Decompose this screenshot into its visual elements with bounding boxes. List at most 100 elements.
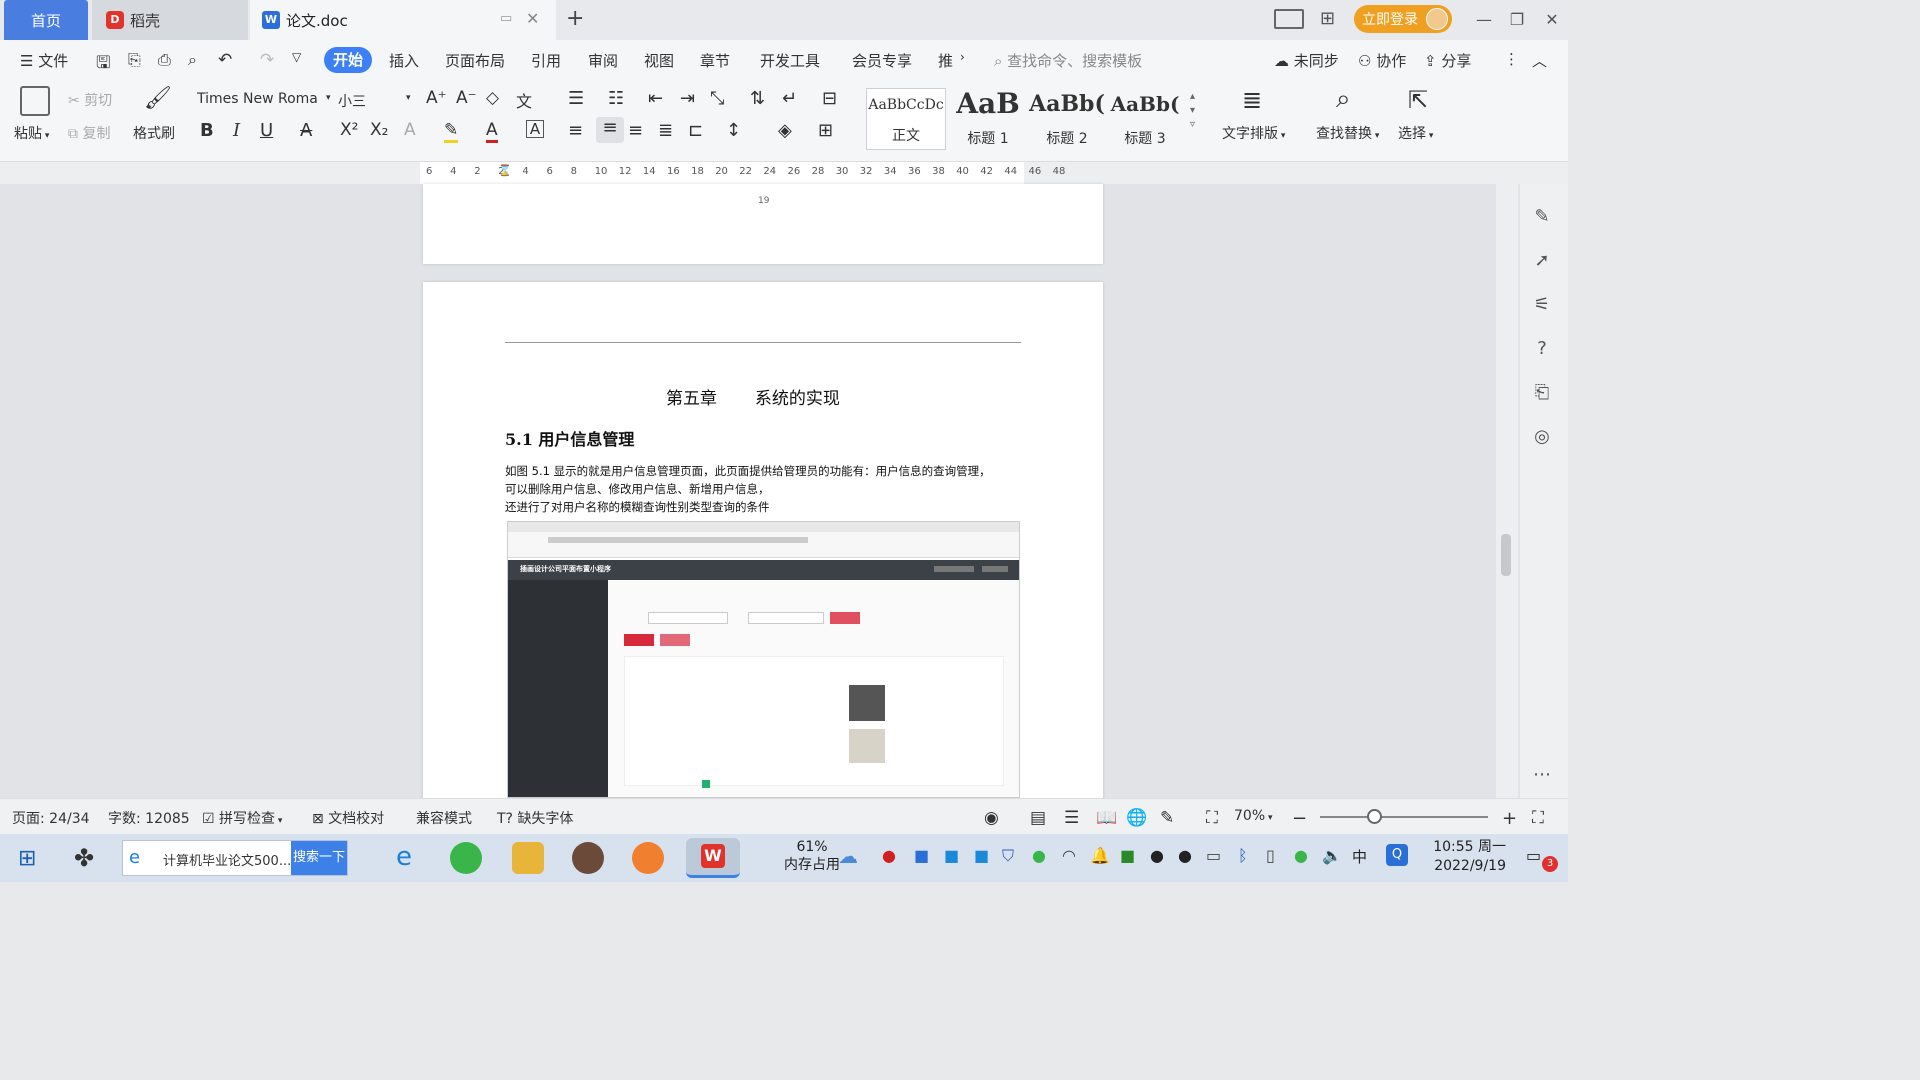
save-icon[interactable]: 🖫 xyxy=(96,50,110,79)
menu-insert[interactable]: 插入 xyxy=(389,50,419,71)
tab-stop-icon[interactable]: ⊟ xyxy=(822,88,837,109)
highlight-icon[interactable]: ✎ xyxy=(444,120,459,143)
menu-references[interactable]: 引用 xyxy=(531,50,561,71)
shrink-font-icon[interactable]: A⁻ xyxy=(456,88,477,108)
tray-app-icon[interactable]: ■ xyxy=(974,846,989,865)
close-tab-icon[interactable]: ✕ xyxy=(526,9,539,28)
share-button[interactable]: ⇪ 分享 xyxy=(1424,50,1471,71)
format-painter-icon[interactable]: 🖌 xyxy=(144,86,172,111)
tab-home[interactable]: 首页 xyxy=(4,0,88,40)
distributed-icon[interactable]: ⊏ xyxy=(688,120,703,141)
align-left-icon[interactable]: ≡ xyxy=(568,120,583,141)
font-name-select[interactable]: Times New Roma xyxy=(197,91,335,107)
notification-icon[interactable]: ▭ xyxy=(1526,846,1541,865)
tray-app-icon[interactable]: ■ xyxy=(1120,846,1135,865)
search-tray-icon[interactable]: Q xyxy=(1386,844,1408,866)
volume-icon[interactable]: 🔈 xyxy=(1322,846,1342,865)
font-size-select[interactable]: 小三 xyxy=(338,91,366,111)
ime-indicator[interactable]: 中 xyxy=(1352,846,1367,867)
collab-button[interactable]: ⚇ 协作 xyxy=(1358,50,1406,71)
wps-taskbar-button[interactable]: W xyxy=(686,838,740,878)
sort-icon[interactable]: ⇅ xyxy=(750,88,765,109)
strikethrough-icon[interactable]: A xyxy=(300,120,312,141)
text-effect-icon[interactable]: A xyxy=(404,120,416,140)
ruler[interactable]: 6 4 2 2 4 6 8 10 12 14 16 18 20 22 24 26 28 30 32 34 36 38 40 4… xyxy=(0,162,1568,184)
zoom-select[interactable]: 70% ▾ xyxy=(1234,808,1273,824)
usb-icon[interactable]: ▭ xyxy=(1206,846,1221,865)
text-layout-button[interactable]: 文字排版 ▾ xyxy=(1222,123,1285,143)
increase-indent-icon[interactable]: ⇥ xyxy=(680,88,695,109)
unsync-button[interactable]: ☁ 未同步 xyxy=(1274,50,1339,71)
paste-icon[interactable] xyxy=(20,86,50,116)
missing-font-button[interactable]: T? 缺失字体 xyxy=(497,808,573,828)
zoom-out-icon[interactable]: − xyxy=(1292,808,1307,829)
copy-button[interactable]: ⧉ 复制 xyxy=(68,123,110,143)
paste-button[interactable]: 粘贴 ▾ xyxy=(14,123,49,143)
qq-icon[interactable]: ● xyxy=(1150,846,1164,865)
style-normal[interactable]: AaBbCcDc 正文 xyxy=(866,88,946,150)
zoom-in-icon[interactable]: + xyxy=(1502,808,1517,829)
collapse-ribbon-icon[interactable]: ︿ xyxy=(1532,50,1547,71)
line-spacing-icon[interactable]: ↕ xyxy=(726,120,741,141)
command-search[interactable]: ⌕ 查找命令、搜索模板 xyxy=(994,50,1142,71)
numbered-list-icon[interactable]: ☷ xyxy=(608,88,624,109)
quick-access-dropdown-icon[interactable]: ▽ xyxy=(292,50,301,64)
pen-icon[interactable]: ✎ xyxy=(1530,206,1554,230)
find-replace-button[interactable]: 查找替换 ▾ xyxy=(1316,123,1379,143)
zoom-slider[interactable] xyxy=(1320,816,1488,818)
style-heading-1[interactable]: AaB 标题 1 xyxy=(948,88,1028,150)
tray-app-icon[interactable]: ● xyxy=(1294,846,1308,865)
char-border-icon[interactable]: A xyxy=(526,120,544,138)
redo-icon[interactable]: ↷ xyxy=(260,50,274,70)
cut-button[interactable]: ✂ 剪切 xyxy=(68,90,112,110)
menu-start[interactable]: 开始 xyxy=(324,47,372,73)
page-view-icon[interactable]: ▤ xyxy=(1030,808,1046,828)
zoom-slider-handle[interactable] xyxy=(1367,809,1382,824)
align-right-icon[interactable]: ≡ xyxy=(628,120,643,141)
memory-usage[interactable]: 61% 内存占用 xyxy=(784,838,840,874)
clock[interactable]: 10:55 周一 2022/9/19 xyxy=(1426,838,1506,876)
eye-protection-icon[interactable]: ◉ xyxy=(984,808,999,828)
file-explorer-icon[interactable] xyxy=(512,842,544,874)
select-button[interactable]: 选择 ▾ xyxy=(1398,123,1433,143)
spellcheck-button[interactable]: ☑ 拼写检查 ▾ xyxy=(202,808,282,828)
backup-icon[interactable]: ⎗ xyxy=(1530,382,1554,406)
adjust-icon[interactable]: ⚟ xyxy=(1530,294,1554,318)
game-app-icon[interactable] xyxy=(632,842,664,874)
export-icon[interactable]: ⎘ xyxy=(128,50,141,70)
bell-icon[interactable]: 🔔 xyxy=(1090,846,1110,865)
restore-icon[interactable]: ❐ xyxy=(1505,8,1529,32)
indent-marker-icon[interactable]: ⌛ xyxy=(498,164,512,177)
search-go-button[interactable]: 搜索一下 xyxy=(291,841,347,875)
tab-daoke[interactable]: D 稻壳 xyxy=(92,0,248,40)
font-color-icon[interactable]: A xyxy=(486,120,498,143)
more-options-icon[interactable]: ⋮ xyxy=(1504,50,1519,68)
justify-icon[interactable]: ≣ xyxy=(658,120,673,141)
text-layout-icon[interactable]: ≣ xyxy=(1242,86,1262,114)
weather-icon[interactable]: ☁ xyxy=(838,844,858,868)
tray-shield-icon[interactable]: ⛉ xyxy=(1002,846,1014,866)
new-tab-icon[interactable]: + xyxy=(566,6,584,31)
tray-app-icon[interactable]: ● xyxy=(882,846,896,865)
word-count[interactable]: 字数: 12085 xyxy=(108,808,190,828)
format-painter-button[interactable]: 格式刷 xyxy=(133,123,175,143)
underline-icon[interactable]: U xyxy=(260,120,273,141)
menu-recommend[interactable]: 推 xyxy=(938,50,953,71)
bluetooth-icon[interactable]: ᛒ xyxy=(1238,846,1248,865)
decrease-indent-icon[interactable]: ⇤ xyxy=(648,88,663,109)
print-icon[interactable]: ⎙ xyxy=(158,50,171,70)
tray-shield-icon[interactable]: ■ xyxy=(914,846,929,865)
menu-review[interactable]: 审阅 xyxy=(588,50,618,71)
read-view-icon[interactable]: 📖 xyxy=(1096,808,1117,828)
compass-icon[interactable]: ◎ xyxy=(1530,426,1554,450)
doc-check-button[interactable]: ⊠ 文档校对 xyxy=(312,808,384,828)
pinwheel-app-icon[interactable]: ✤ xyxy=(74,844,94,872)
windows-start-icon[interactable]: ⊞ xyxy=(18,846,36,871)
help-icon[interactable]: ? xyxy=(1530,338,1554,362)
file-menu[interactable]: ☰ 文件 xyxy=(20,50,68,71)
tab-document[interactable]: W 论文.doc ▭ ✕ xyxy=(250,0,556,40)
borders-icon[interactable]: ⊞ xyxy=(818,120,833,141)
cursor-icon[interactable]: ➚ xyxy=(1530,250,1554,274)
print-preview-icon[interactable]: ⌕ xyxy=(188,50,197,70)
style-heading-3[interactable]: AaBb( 标题 3 xyxy=(1106,88,1184,150)
